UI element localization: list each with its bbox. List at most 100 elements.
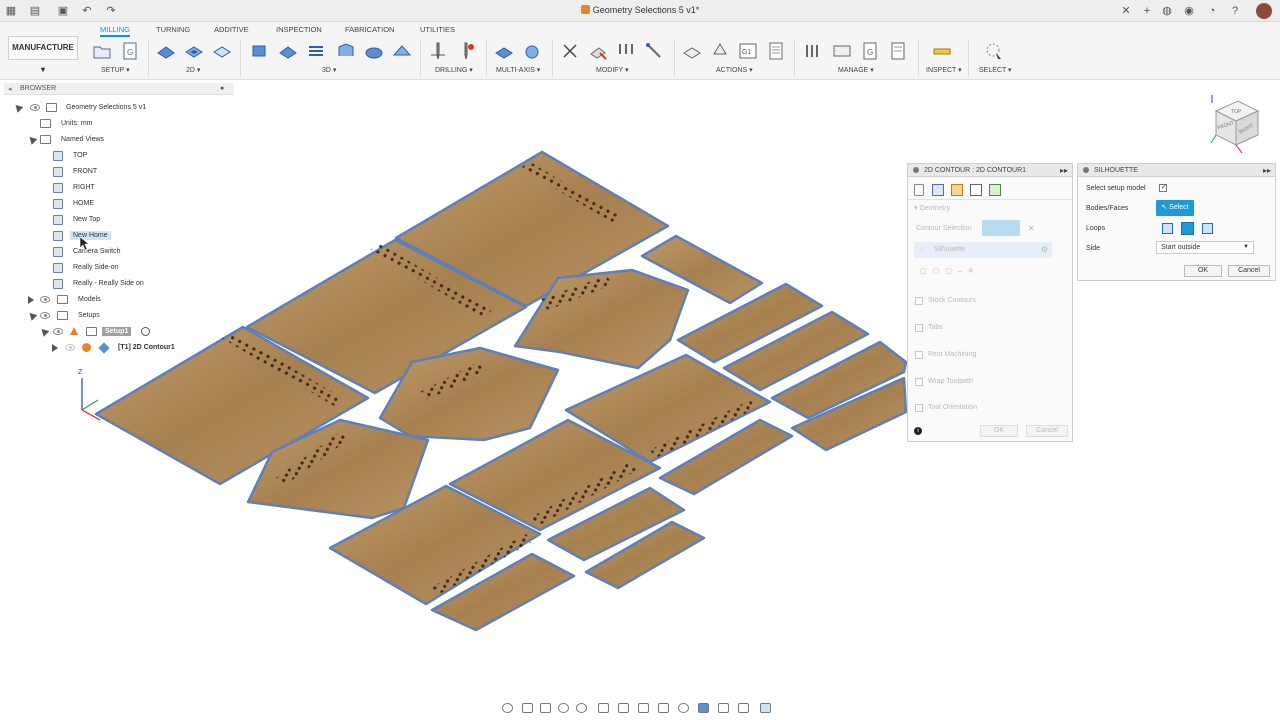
tool-library-manage-icon[interactable] [804,41,824,61]
help-icon[interactable]: ? [1228,4,1242,18]
cut-icon[interactable] [560,41,580,61]
save-icon[interactable]: ▣ [56,4,70,18]
chain-tools-row[interactable]: ▢▢▢–✕ [920,267,980,275]
extensions-icon[interactable]: ◍ [1160,4,1174,18]
silhouette-ok-button[interactable]: OK [1184,265,1222,277]
hole-recognition-icon[interactable] [456,41,476,61]
post-process-icon[interactable]: G1 [738,41,758,61]
multiaxis-contour-icon[interactable] [522,41,542,61]
3d-adaptive-icon[interactable] [250,41,270,61]
loops-option-1-icon[interactable] [1162,223,1173,234]
geometry-tab-icon[interactable] [932,184,944,196]
side-dropdown[interactable]: Start outside ▼ [1156,241,1254,254]
stock-contours-checkbox[interactable] [915,297,923,305]
pattern-icon[interactable] [644,41,664,61]
spiral-icon[interactable] [392,41,412,61]
tab-additive[interactable]: ADDITIVE [214,25,249,34]
select-setup-model-checkbox[interactable]: ✓ [1159,184,1167,192]
tool-library-icon[interactable] [616,41,636,61]
refresh-icon[interactable] [678,703,689,713]
group-multiaxis[interactable]: MULTI-AXIS ▾ [496,66,540,74]
group-actions[interactable]: ACTIONS ▾ [716,66,753,74]
group-drilling[interactable]: DRILLING ▾ [435,66,473,74]
expand-panel-icon[interactable]: ▸▸ [1263,166,1271,175]
template-library-icon[interactable] [888,41,908,61]
simulate-icon[interactable] [682,41,702,61]
geometry-section[interactable]: ▾ Geometry [914,204,950,212]
heights-tab-icon[interactable] [951,184,963,196]
orbit-icon[interactable] [502,703,513,713]
setup-sheet-doc-icon[interactable] [766,41,786,61]
pan-hand-icon[interactable] [540,703,551,713]
tool-tab-icon[interactable] [914,184,924,196]
expand-panel-icon[interactable]: ▸▸ [1060,166,1068,175]
workspace-switcher[interactable]: MANUFACTURE ▾ [8,36,78,74]
generate-icon[interactable] [710,41,730,61]
document-tab[interactable]: Geometry Selections 5 v1* [560,5,720,15]
view-cube[interactable]: TOP FRONT RIGHT [1206,93,1266,153]
post-library-icon[interactable]: G [860,41,880,61]
visual-style-icon[interactable] [658,703,669,713]
contour-select-button[interactable] [982,220,1020,236]
group-inspect[interactable]: INSPECT ▾ [926,66,962,74]
wrap-toolpath-checkbox[interactable] [915,378,923,386]
bodies-select-button[interactable]: ↖ Select [1156,200,1194,216]
group-2d[interactable]: 2D ▾ [186,66,200,74]
group-select[interactable]: SELECT ▾ [979,66,1012,74]
loops-option-2-icon[interactable] [1181,222,1194,235]
swarf-icon[interactable] [494,41,514,61]
app-grid-icon[interactable]: ▦ [4,4,18,18]
contour-3d-icon[interactable] [336,41,356,61]
2d-adaptive-icon[interactable] [156,41,176,61]
machine-library-icon[interactable] [832,41,852,61]
tab-inspection[interactable]: INSPECTION [276,25,322,34]
face-icon[interactable] [212,41,232,61]
parallel-icon[interactable] [306,41,326,61]
display-settings-icon[interactable] [598,703,609,713]
group-setup[interactable]: SETUP ▾ [101,66,130,74]
collapse-browser-icon[interactable]: ◂ [8,85,12,93]
notifications-icon[interactable]: ◔ [1205,4,1219,18]
drill-icon[interactable] [428,41,448,61]
2d-pocket-icon[interactable] [184,41,204,61]
tabs-checkbox[interactable] [915,324,923,332]
tab-fabrication[interactable]: FABRICATION [345,25,394,34]
section-analysis-icon[interactable] [760,703,771,713]
viewports-icon[interactable] [638,703,649,713]
3d-pocket-icon[interactable] [278,41,298,61]
group-3d[interactable]: 3D ▾ [322,66,336,74]
contour-cancel-button[interactable]: Cancel [1026,425,1068,437]
scallop-icon[interactable] [364,41,384,61]
lighting-icon[interactable] [738,703,749,713]
settings-gear-icon[interactable]: ⚙ [1041,245,1048,254]
tool-orientation-checkbox[interactable] [915,404,923,412]
rest-machining-checkbox[interactable] [915,351,923,359]
user-avatar[interactable] [1256,3,1272,19]
linking-tab-icon[interactable] [989,184,1001,196]
file-icon[interactable]: ▤ [28,4,42,18]
group-manage[interactable]: MANAGE ▾ [838,66,874,74]
setup-folder-icon[interactable] [92,41,112,61]
delete-icon[interactable] [588,41,608,61]
shaded-icon[interactable] [698,703,709,713]
setup-sheet-icon[interactable]: G [120,41,140,61]
contour-ok-button[interactable]: OK [980,425,1018,437]
zoom-window-icon[interactable] [576,703,587,713]
selection-list-row[interactable]: ◌ Silhouette ⚙ [914,242,1052,258]
silhouette-cancel-button[interactable]: Cancel [1228,265,1270,277]
info-icon[interactable]: i [914,427,922,435]
measure-icon[interactable] [932,41,952,61]
tab-turning[interactable]: TURNING [156,25,190,34]
grid-icon[interactable] [618,703,629,713]
group-modify[interactable]: MODIFY ▾ [596,66,629,74]
tab-milling[interactable]: MILLING [100,25,131,37]
zoom-icon[interactable] [558,703,569,713]
select-cursor-icon[interactable] [984,41,1004,61]
new-tab-icon[interactable]: + [1140,4,1154,18]
loops-option-3-icon[interactable] [1202,223,1213,234]
passes-tab-icon[interactable] [970,184,982,196]
undo-icon[interactable]: ↶ [80,4,94,18]
effects-icon[interactable] [718,703,729,713]
clear-selection-icon[interactable]: ✕ [1028,224,1035,233]
close-tab-icon[interactable]: ✕ [1119,4,1133,18]
